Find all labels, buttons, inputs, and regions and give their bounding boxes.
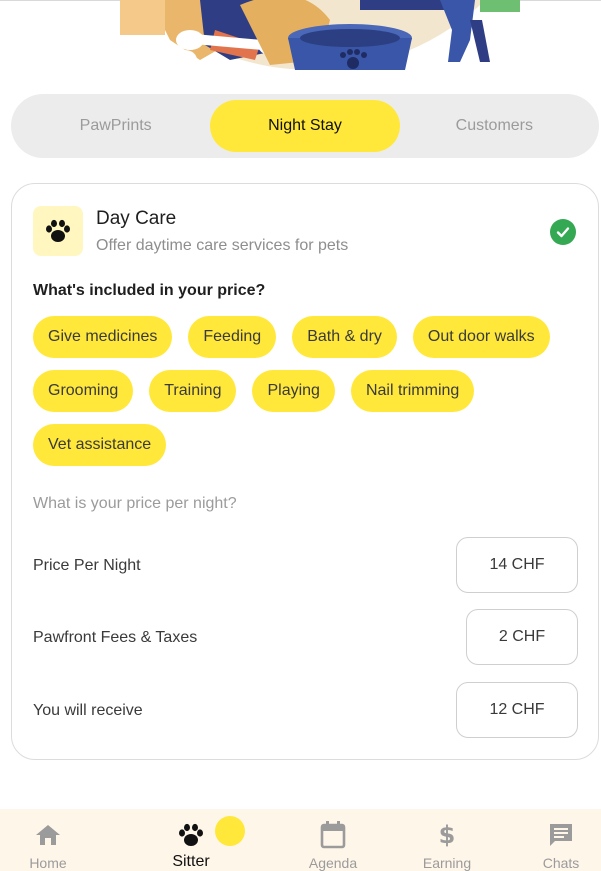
pets-illustration <box>120 0 520 70</box>
nav-home-label: Home <box>29 855 67 871</box>
service-title: Day Care <box>96 208 177 229</box>
service-icon-box <box>33 206 83 256</box>
chip-nail-trimming[interactable]: Nail trimming <box>350 370 475 412</box>
chip-vet-assistance[interactable]: Vet assistance <box>33 424 167 466</box>
price-question: What is your price per night? <box>33 495 237 512</box>
service-subtitle: Offer daytime care services for pets <box>96 237 349 254</box>
tab-pawprints[interactable]: PawPrints <box>21 100 210 152</box>
chip-bath-dry[interactable]: Bath & dry <box>292 316 397 358</box>
included-chips: Give medicines Feeding Bath & dry Out do… <box>33 316 573 478</box>
nav-earning-label: Earning <box>422 855 472 871</box>
chip-out-door-walks[interactable]: Out door walks <box>412 316 550 358</box>
checkmark-icon <box>556 227 570 238</box>
fees-taxes-field: 2 CHF <box>466 609 578 665</box>
chip-feeding[interactable]: Feeding <box>188 316 277 358</box>
chat-icon <box>546 821 576 849</box>
tab-customers[interactable]: Customers <box>400 100 589 152</box>
price-per-night-label: Price Per Night <box>33 557 141 574</box>
nav-agenda[interactable]: Agenda <box>283 809 383 871</box>
nav-earning[interactable]: $ Earning <box>397 809 497 871</box>
check-circle-icon[interactable] <box>550 219 576 245</box>
nav-agenda-label: Agenda <box>308 855 358 871</box>
nav-sitter-label: Sitter <box>172 853 210 870</box>
chip-grooming[interactable]: Grooming <box>33 370 134 412</box>
chip-playing[interactable]: Playing <box>252 370 335 412</box>
nav-chats[interactable]: Chats <box>511 809 601 871</box>
paw-icon <box>46 219 70 242</box>
paw-icon <box>176 821 206 849</box>
chip-training[interactable]: Training <box>149 370 237 412</box>
included-question: What's included in your price? <box>33 282 266 299</box>
tab-night-stay[interactable]: Night Stay <box>210 100 400 152</box>
home-icon <box>33 821 63 849</box>
service-card: Day Care Offer daytime care services for… <box>11 183 599 760</box>
dollar-icon: $ <box>438 821 456 849</box>
price-per-night-field[interactable]: 14 CHF <box>456 537 578 593</box>
fees-taxes-label: Pawfront Fees & Taxes <box>33 629 198 646</box>
nav-home[interactable]: Home <box>0 809 98 871</box>
hero-illustration <box>0 0 601 72</box>
calendar-icon <box>318 821 348 849</box>
nav-chats-label: Chats <box>542 855 580 871</box>
chip-give-medicines[interactable]: Give medicines <box>33 316 173 358</box>
you-will-receive-field: 12 CHF <box>456 682 578 738</box>
you-will-receive-label: You will receive <box>33 702 143 719</box>
bottom-navigation: Home Sitter Agenda $ Earning Chats <box>0 809 601 871</box>
active-indicator-dot <box>215 816 245 846</box>
service-type-tabs: PawPrints Night Stay Customers <box>11 94 599 158</box>
